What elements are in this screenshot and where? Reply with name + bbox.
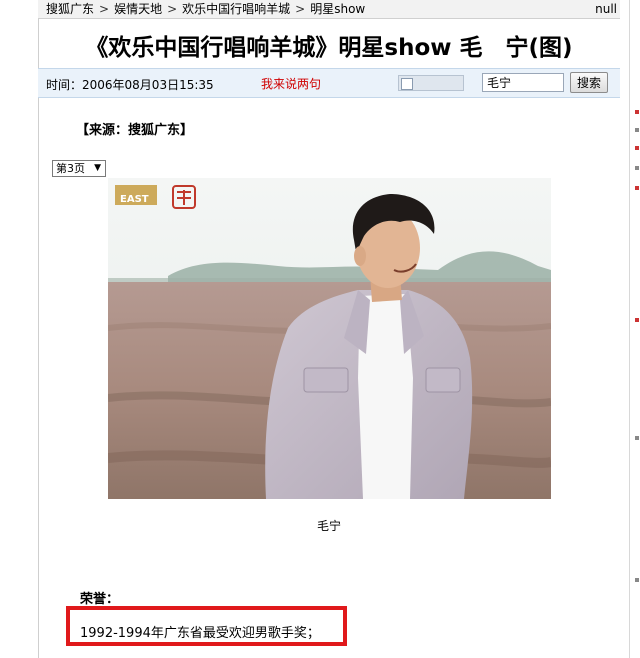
comment-link[interactable]: 我来说两句 (261, 75, 321, 92)
breadcrumb: 搜狐广东 > 娱情天地 > 欢乐中国行唱响羊城 > 明星show null (38, 0, 620, 19)
breadcrumb-link-star-show[interactable]: 明星show (310, 2, 365, 16)
breadcrumb-separator: > (99, 2, 110, 16)
gutter-mark (635, 186, 639, 190)
right-gutter (621, 0, 640, 658)
article-headline: 《欢乐中国行唱响羊城》明星show 毛 宁(图) (85, 35, 573, 61)
honor-item: 1992-1994年广东省最受欢迎男歌手奖； (80, 626, 320, 641)
breadcrumb-separator: > (295, 2, 306, 16)
breadcrumb-link-sohu-guangdong[interactable]: 搜狐广东 (46, 2, 94, 16)
gutter-mark (635, 110, 639, 114)
breadcrumb-link-event[interactable]: 欢乐中国行唱响羊城 (182, 2, 290, 16)
article-source: 【来源：搜狐广东】 (76, 123, 194, 138)
search-button[interactable]: 搜索 (570, 72, 608, 93)
tv-logo-icon: EAST (115, 185, 157, 205)
page-select[interactable]: 第3页 ▼ (52, 160, 106, 177)
gutter-mark (635, 166, 639, 170)
photo-illustration: EAST (108, 178, 551, 499)
gutter-mark (635, 318, 639, 322)
page-select-value: 第3页 (56, 162, 85, 175)
gutter-mark (635, 578, 639, 582)
honors-heading: 荣誉： (80, 592, 120, 607)
search-input[interactable] (482, 73, 564, 92)
publish-time: 时间：2006年08月03日15:35 (46, 78, 214, 92)
gutter-mark (635, 436, 639, 440)
article-photo: EAST (108, 178, 551, 499)
gutter-mark (635, 146, 639, 150)
gutter-rule (629, 0, 630, 658)
broken-image-placeholder (398, 75, 464, 91)
breadcrumb-separator: > (167, 2, 178, 16)
chevron-down-icon: ▼ (94, 163, 101, 173)
photo-caption: 毛宁 (316, 519, 341, 533)
article-info-bar: 时间：2006年08月03日15:35 我来说两句 搜索 (38, 68, 620, 98)
breadcrumb-trail: 搜狐广东 > 娱情天地 > 欢乐中国行唱响羊城 > 明星show (46, 0, 365, 18)
breadcrumb-right-text: null (595, 2, 617, 16)
breadcrumb-link-entertainment[interactable]: 娱情天地 (114, 2, 162, 16)
broken-image-icon (401, 78, 413, 90)
gutter-mark (635, 128, 639, 132)
tv-logo-text: EAST (120, 194, 149, 205)
